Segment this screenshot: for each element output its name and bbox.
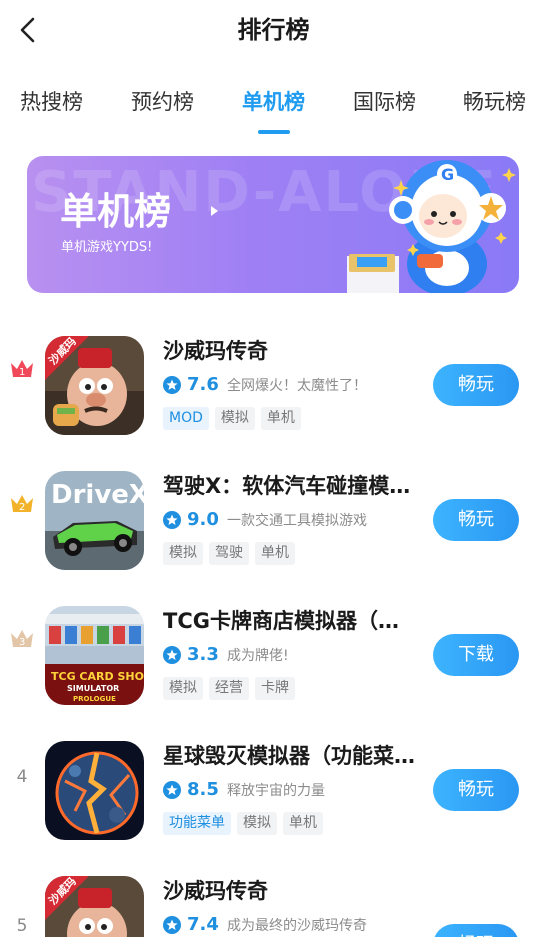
tab-standalone[interactable]: 单机榜 [242,84,305,120]
banner-title: 单机榜 [60,190,171,233]
svg-text:SIMULATOR: SIMULATOR [67,684,119,693]
app-description: 成为牌佬! [227,648,289,664]
svg-text:G: G [441,165,454,184]
svg-text:PROLOGUE: PROLOGUE [73,695,116,703]
tag[interactable]: 模拟 [214,407,255,430]
app-icon[interactable]: DriveX [45,471,144,570]
star-rating-icon [163,781,181,799]
star-rating-icon [163,376,181,394]
tab-popular-play[interactable]: 畅玩榜 [463,84,526,120]
app-name[interactable]: 沙威玛传奇 [163,336,418,366]
astronaut-mascot-icon: G [347,160,516,293]
list-item[interactable]: 2 DriveX 驾驶X：软体汽车碰撞模拟器 9.0 一款交通工具模拟游戏 模拟… [0,453,547,570]
play-button[interactable]: 畅玩 [433,924,519,937]
standalone-banner[interactable]: STAND-ALONE 单机榜 单机游戏YYDS! G [27,156,519,293]
app-rating: 9.0 [187,509,219,530]
svg-text:TCG CARD SHOP: TCG CARD SHOP [51,670,144,683]
app-rating: 3.3 [187,644,219,665]
tag[interactable]: 模拟 [237,812,277,835]
tab-international[interactable]: 国际榜 [353,84,416,120]
list-item[interactable]: 1 沙威玛 沙威玛传奇 7.6 全网爆火！太魔性了！ MOD 模拟 单机 畅玩 [0,318,547,435]
star-rating-icon [163,511,181,529]
app-name[interactable]: TCG卡牌商店模拟器（云游戏） [163,606,418,636]
banner-subtitle: 单机游戏YYDS! [61,240,153,255]
app-name[interactable]: 驾驶X：软体汽车碰撞模拟器 [163,471,418,501]
planet-explosion-icon [45,741,144,840]
tag[interactable]: 单机 [260,407,301,430]
list-item[interactable]: 5 沙威玛 沙威玛传奇 7.4 成为最终的沙威玛传奇 畅玩 [0,858,547,937]
tab-reservation[interactable]: 预约榜 [131,84,194,120]
tag[interactable]: 功能菜单 [163,812,231,835]
banner-arrow-icon [211,206,218,216]
crown-red-icon: 1 [11,360,33,378]
download-button[interactable]: 下载 [433,634,519,676]
shawarma-game-icon: 沙威玛 [45,876,144,937]
tab-hot-search[interactable]: 热搜榜 [20,84,83,120]
tab-bar: 热搜榜 预约榜 单机榜 国际榜 畅玩榜 [0,84,547,136]
app-rating: 7.6 [187,374,219,395]
list-item[interactable]: 3 TCG CARD SHOP SIMULATOR PROLOGUE TCG卡牌… [0,588,547,705]
tcg-card-shop-icon: TCG CARD SHOP SIMULATOR PROLOGUE [45,606,144,705]
tag-list: 模拟 经营 卡牌 [163,677,301,701]
app-icon[interactable] [45,741,144,840]
star-rating-icon [163,646,181,664]
drivex-car-icon: DriveX [45,471,144,570]
tag[interactable]: 模拟 [163,542,203,565]
tag[interactable]: 卡牌 [255,677,295,700]
app-description: 全网爆火！太魔性了！ [227,378,367,394]
rank-number: 4 [16,767,28,787]
app-name[interactable]: 沙威玛传奇 [163,876,418,906]
play-button[interactable]: 畅玩 [433,769,519,811]
rank-number: 3 [19,637,25,648]
app-rating: 8.5 [187,779,219,800]
active-tab-indicator [258,130,290,134]
star-rating-icon [163,916,181,934]
crown-gold-icon: 2 [11,495,33,513]
tag[interactable]: MOD [163,407,209,430]
app-description: 释放宇宙的力量 [227,783,325,799]
crown-bronze-icon: 3 [11,630,33,648]
shawarma-game-icon: 沙威玛 [45,336,144,435]
tag[interactable]: 单机 [255,542,295,565]
app-description: 一款交通工具模拟游戏 [227,513,367,529]
page-title: 排行榜 [237,16,310,44]
tag[interactable]: 经营 [209,677,249,700]
app-description: 成为最终的沙威玛传奇 [227,918,367,934]
tag-list: 模拟 驾驶 单机 [163,542,301,566]
tag[interactable]: 模拟 [163,677,203,700]
app-icon[interactable]: 沙威玛 [45,336,144,435]
tag-list: MOD 模拟 单机 [163,407,307,431]
play-button[interactable]: 畅玩 [433,499,519,541]
header: 排行榜 [0,0,547,62]
svg-text:DriveX: DriveX [51,480,144,510]
tag[interactable]: 单机 [283,812,323,835]
tag-list: 功能菜单 模拟 单机 [163,812,329,836]
play-button[interactable]: 畅玩 [433,364,519,406]
rank-number: 5 [16,916,28,936]
app-name[interactable]: 星球毁灭模拟器（功能菜单） [163,741,418,771]
tag[interactable]: 驾驶 [209,542,249,565]
app-icon[interactable]: TCG CARD SHOP SIMULATOR PROLOGUE [45,606,144,705]
app-rating: 7.4 [187,914,219,935]
list-item[interactable]: 4 星球毁灭模拟器（功能菜单） 8.5 释放宇宙的力量 功能菜单 模拟 单机 畅玩 [0,723,547,840]
app-icon[interactable]: 沙威玛 [45,876,144,937]
rank-number: 2 [19,502,25,513]
rank-number: 1 [19,367,25,378]
